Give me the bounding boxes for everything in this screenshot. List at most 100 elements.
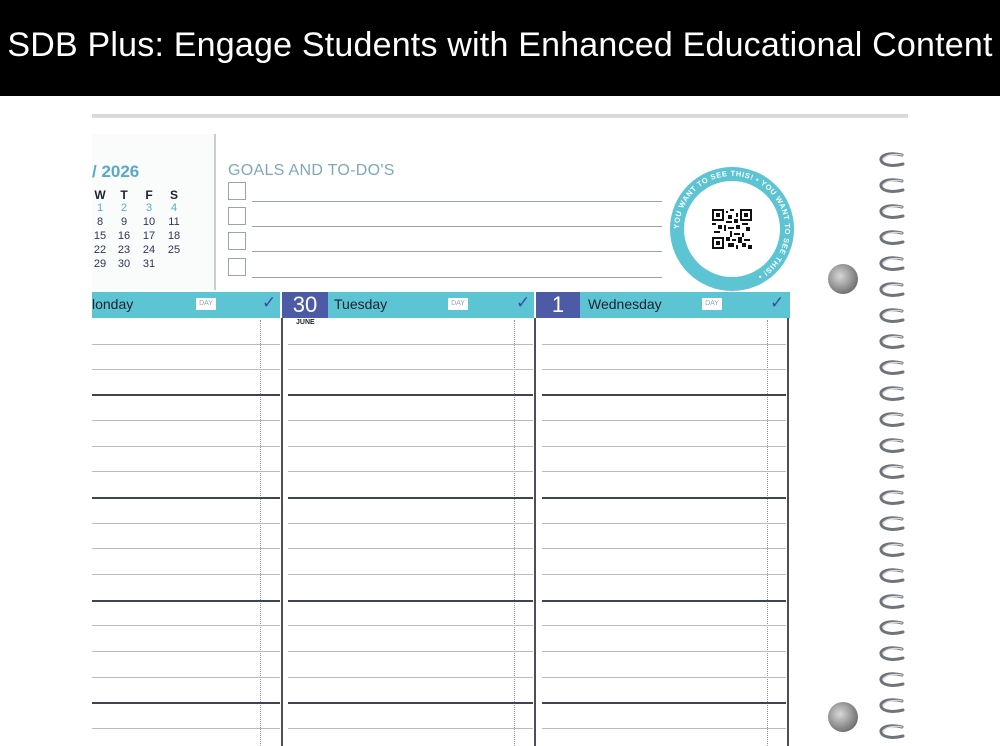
- goal-row[interactable]: [228, 232, 662, 252]
- ruled-line: [92, 625, 280, 626]
- mini-calendar: / 2026 W T F S 1 2 3 4 8 9 10 11 15 16 1…: [92, 134, 216, 290]
- ruled-line: [542, 625, 786, 626]
- calendar-date: 18: [167, 230, 181, 242]
- ruled-line: [288, 625, 533, 626]
- goal-writing-line: [252, 251, 662, 252]
- goal-checkbox[interactable]: [228, 207, 246, 225]
- spiral-coil: [879, 152, 905, 167]
- qr-code-icon[interactable]: [712, 209, 752, 249]
- spiral-coil: [879, 542, 905, 557]
- day-check-icon[interactable]: ✓: [516, 293, 530, 313]
- ruled-line-heavy: [288, 497, 533, 499]
- calendar-date: 4: [170, 202, 178, 214]
- ruled-line-heavy: [288, 702, 533, 704]
- spiral-coil: [879, 204, 905, 219]
- ruled-line-heavy: [542, 702, 786, 704]
- spiral-coil: [879, 178, 905, 193]
- day-tag-label: DAY: [196, 298, 216, 310]
- spiral-coil: [879, 698, 905, 713]
- ruled-line-heavy: [288, 394, 533, 396]
- spiral-coil: [879, 724, 905, 739]
- ruled-line: [92, 728, 280, 729]
- title-banner: SDB Plus: Engage Students with Enhanced …: [0, 0, 1000, 96]
- ruled-line: [92, 344, 280, 345]
- ruled-line-heavy: [92, 497, 280, 499]
- binder-hole: [828, 264, 858, 294]
- ruled-line-heavy: [542, 497, 786, 499]
- day-name-wednesday: Wednesday: [588, 296, 662, 312]
- ruled-line: [288, 369, 533, 370]
- ruled-line: [542, 548, 786, 549]
- calendar-date: 10: [142, 216, 156, 228]
- ruled-line: [92, 574, 280, 575]
- ruled-line: [92, 677, 280, 678]
- spiral-coil: [879, 282, 905, 297]
- day-name-tuesday: Tuesday: [334, 296, 388, 312]
- calendar-date: 17: [142, 230, 156, 242]
- spiral-coil: [879, 256, 905, 271]
- ruled-line: [542, 677, 786, 678]
- ruled-line: [288, 523, 533, 524]
- spiral-coil: [879, 568, 905, 583]
- ruled-line: [542, 574, 786, 575]
- goal-writing-line: [252, 226, 662, 227]
- ruled-line-heavy: [542, 600, 786, 602]
- spiral-coil: [879, 230, 905, 245]
- calendar-date: 15: [93, 230, 107, 242]
- day-number-tuesday: 30: [282, 292, 328, 318]
- ruled-line: [288, 344, 533, 345]
- weekday-label: F: [145, 188, 153, 202]
- column-divider: [281, 318, 283, 746]
- ruled-line-heavy: [288, 600, 533, 602]
- ruled-line: [92, 420, 280, 421]
- calendar-date: 1: [96, 202, 104, 214]
- weekday-label: S: [169, 188, 178, 202]
- goal-row[interactable]: [228, 182, 662, 202]
- day-tag-label: DAY: [448, 298, 468, 310]
- ruled-line: [288, 651, 533, 652]
- spiral-coil: [879, 672, 905, 687]
- qr-code-badge[interactable]: YOU WANT TO SEE THIS! • YOU WANT TO SEE …: [670, 167, 794, 291]
- calendar-date: 23: [117, 244, 131, 256]
- weekday-label: T: [120, 188, 128, 202]
- ruled-line: [92, 446, 280, 447]
- calendar-date: 3: [145, 202, 153, 214]
- ruled-line: [288, 574, 533, 575]
- ruled-line: [542, 420, 786, 421]
- calendar-date: 11: [168, 216, 180, 228]
- dotted-separator: [514, 320, 515, 746]
- goal-checkbox[interactable]: [228, 258, 246, 276]
- ruled-line: [288, 548, 533, 549]
- spiral-coil: [879, 594, 905, 609]
- goals-title: GOALS AND TO-DO'S: [228, 162, 395, 179]
- spiral-coil: [879, 438, 905, 453]
- ruled-line-heavy: [542, 394, 786, 396]
- day-name-monday: londay: [92, 296, 134, 312]
- ruled-line: [542, 446, 786, 447]
- ruled-line: [542, 523, 786, 524]
- day-check-icon[interactable]: ✓: [770, 293, 784, 313]
- goal-checkbox[interactable]: [228, 232, 246, 250]
- goal-row[interactable]: [228, 207, 662, 227]
- ruled-line: [288, 446, 533, 447]
- ruled-line: [542, 728, 786, 729]
- ruled-line-heavy: [92, 600, 280, 602]
- ruled-line: [542, 651, 786, 652]
- calendar-date: 2: [120, 202, 128, 214]
- calendar-date: 9: [120, 216, 128, 228]
- dotted-separator: [260, 320, 261, 746]
- ruled-line: [542, 344, 786, 345]
- calendar-date: 25: [167, 244, 181, 256]
- calendar-date: 24: [142, 244, 156, 256]
- goal-row[interactable]: [228, 258, 662, 278]
- calendar-date: 8: [96, 216, 104, 228]
- ruled-line: [288, 471, 533, 472]
- spiral-coil: [879, 386, 905, 401]
- calendar-date: 16: [117, 230, 131, 242]
- ruled-line: [92, 523, 280, 524]
- day-check-icon[interactable]: ✓: [262, 293, 276, 313]
- ruled-line: [288, 728, 533, 729]
- spiral-coil: [879, 646, 905, 661]
- spiral-coil: [879, 516, 905, 531]
- goal-checkbox[interactable]: [228, 182, 246, 200]
